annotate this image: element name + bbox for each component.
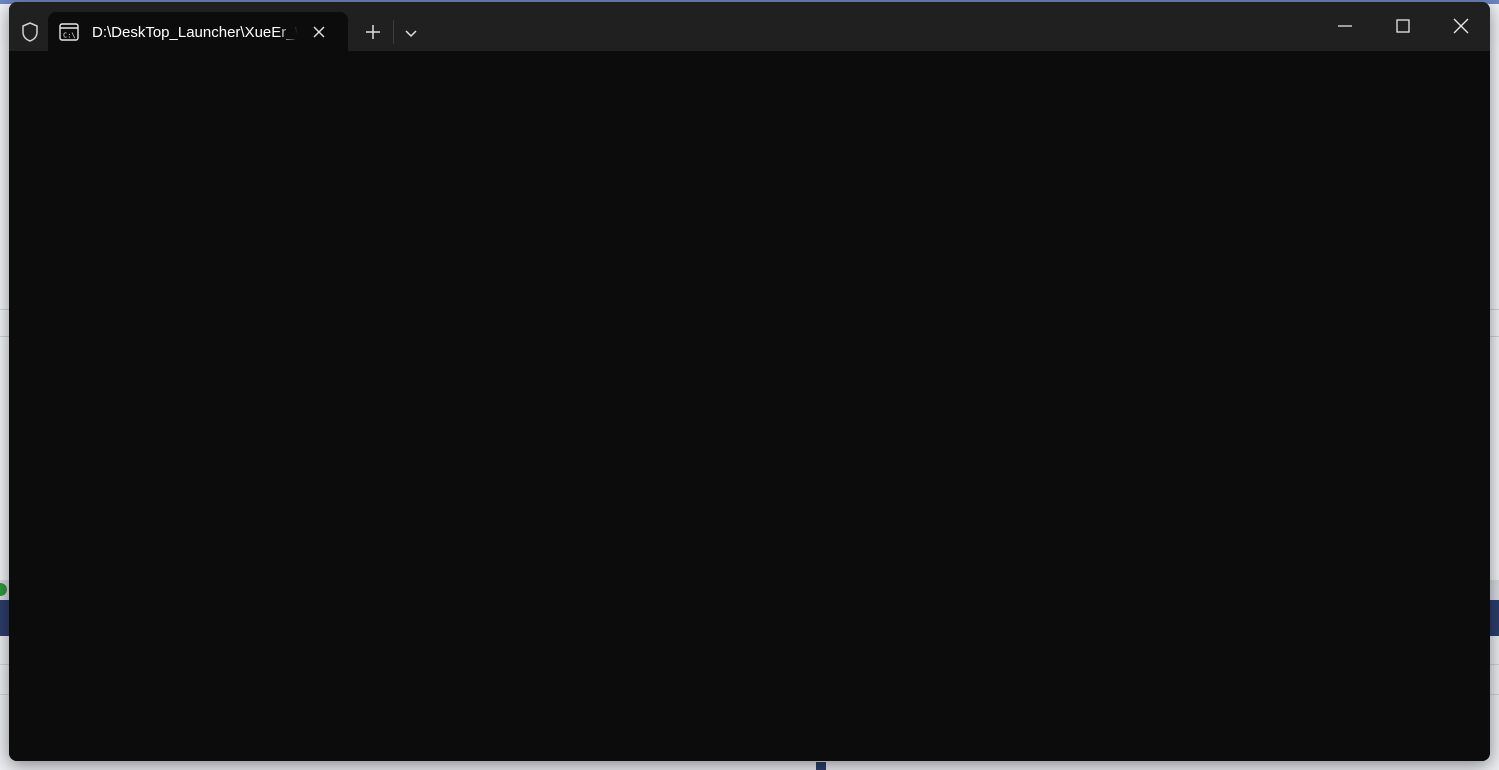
maximize-button[interactable] — [1380, 10, 1426, 42]
minimize-button[interactable] — [1322, 10, 1368, 42]
chevron-down-icon[interactable] — [401, 23, 421, 43]
tab-active[interactable]: C:\ D:\DeskTop_Launcher\XueEr_W — [48, 12, 348, 51]
title-bar[interactable]: C:\ D:\DeskTop_Launcher\XueEr_W — [9, 2, 1490, 51]
terminal-window: C:\ D:\DeskTop_Launcher\XueEr_W — [9, 2, 1490, 761]
close-button[interactable] — [1438, 10, 1484, 42]
maximize-icon — [1396, 19, 1410, 33]
background-accent-mark — [816, 762, 826, 770]
svg-text:C:\: C:\ — [63, 32, 76, 40]
close-icon[interactable] — [310, 23, 328, 41]
minimize-icon — [1338, 25, 1352, 27]
plus-icon[interactable] — [362, 21, 384, 43]
titlebar-divider — [393, 20, 394, 44]
terminal-output-area[interactable] — [9, 51, 1490, 761]
terminal-icon: C:\ — [59, 23, 79, 41]
close-icon — [1453, 18, 1469, 34]
shield-icon — [18, 20, 42, 44]
tab-title: D:\DeskTop_Launcher\XueEr_W — [92, 24, 298, 41]
